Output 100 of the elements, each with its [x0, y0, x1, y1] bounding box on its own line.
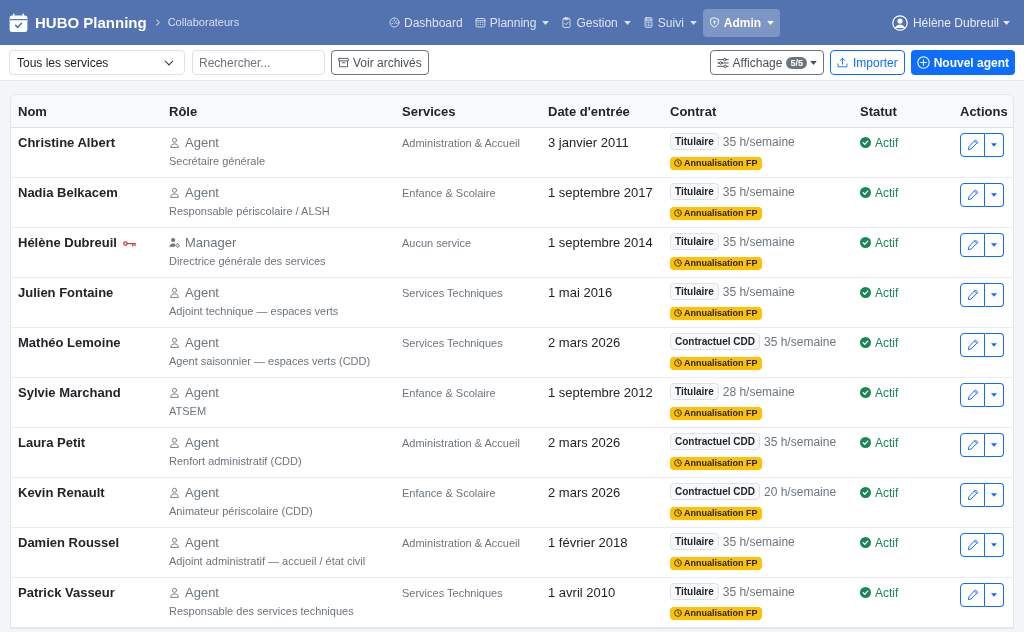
clock-icon — [674, 559, 682, 567]
status-label: Actif — [875, 384, 899, 401]
job-title: Agent saisonnier — espaces verts (CDD) — [169, 353, 371, 368]
nav-menu-item[interactable]: Gestion — [555, 8, 637, 37]
weekly-hours: 28 h/semaine — [722, 383, 795, 401]
more-actions-button[interactable] — [985, 232, 1004, 257]
more-actions-button[interactable] — [985, 182, 1004, 207]
job-title: Directrice générale des services — [169, 253, 326, 268]
caret-down-icon — [991, 592, 997, 597]
status-label: Actif — [875, 234, 899, 251]
agent-name: Sylvie Marchand — [18, 384, 121, 401]
nav-menu-item[interactable]: Dashboard — [383, 8, 469, 37]
more-actions-button[interactable] — [985, 382, 1004, 407]
service-name: Services Techniques — [402, 335, 503, 351]
clock-icon — [674, 509, 682, 517]
person-icon — [169, 537, 180, 548]
clipboard-check-icon — [561, 17, 573, 28]
archive-button[interactable]: Voir archivés — [331, 50, 429, 75]
edit-button[interactable] — [960, 332, 985, 357]
pencil-icon — [966, 388, 979, 401]
service-select[interactable]: Tous les services — [9, 50, 185, 75]
plus-circle-icon — [916, 56, 930, 69]
tag-text: Annualisation FP — [684, 356, 758, 370]
chevron-right-icon — [154, 19, 161, 26]
app-title[interactable]: HUBO Planning — [35, 12, 147, 33]
service-name: Enfance & Scolaire — [402, 485, 496, 501]
weekly-hours: 35 h/semaine — [722, 533, 795, 551]
contract-badge: Titulaire — [670, 533, 719, 550]
agent-name: Laura Petit — [18, 434, 86, 451]
weekly-hours: 35 h/semaine — [722, 583, 795, 601]
service-name: Administration & Accueil — [402, 535, 520, 551]
more-actions-button[interactable] — [985, 482, 1004, 507]
pencil-icon — [966, 138, 979, 151]
new-agent-button[interactable]: Nouvel agent — [910, 50, 1015, 75]
start-date: 1 septembre 2012 — [548, 384, 653, 401]
status-label: Actif — [875, 534, 899, 551]
service-name: Aucun service — [402, 235, 472, 251]
start-date: 1 septembre 2014 — [548, 234, 653, 251]
import-button[interactable]: Importer — [829, 50, 905, 75]
pencil-icon — [966, 438, 979, 451]
search-field[interactable]: Rechercher... — [192, 50, 325, 75]
role-label: Agent — [185, 284, 219, 301]
tag-text: Annualisation FP — [684, 156, 758, 170]
caret-down-icon — [991, 442, 997, 447]
service-name: Enfance & Scolaire — [402, 385, 496, 401]
agent-name: Mathéo Lemoine — [18, 334, 121, 351]
job-title: Adjoint technique — espaces verts — [169, 303, 339, 318]
caret-down-icon — [991, 492, 997, 497]
display-options-button[interactable]: Affichage 5/5 — [709, 50, 824, 75]
status-label: Actif — [875, 284, 899, 301]
status-label: Actif — [875, 334, 899, 351]
more-actions-button[interactable] — [985, 132, 1004, 157]
more-actions-button[interactable] — [985, 582, 1004, 607]
contract-badge: Titulaire — [670, 133, 719, 150]
clock-icon — [674, 359, 682, 367]
edit-button[interactable] — [960, 182, 985, 207]
nav-menu-item[interactable]: Admin — [702, 8, 781, 37]
person-icon — [169, 287, 180, 298]
agent-name: Nadia Belkacem — [18, 184, 118, 201]
start-date: 1 avril 2010 — [548, 584, 616, 601]
edit-button[interactable] — [960, 482, 985, 507]
status-label: Actif — [875, 584, 899, 601]
edit-button[interactable] — [960, 432, 985, 457]
pencil-icon — [966, 188, 979, 201]
edit-button[interactable] — [960, 532, 985, 557]
edit-button[interactable] — [960, 132, 985, 157]
start-date: 2 mars 2026 — [548, 434, 621, 451]
edit-button[interactable] — [960, 582, 985, 607]
more-actions-button[interactable] — [985, 282, 1004, 307]
archive-icon — [338, 57, 349, 68]
more-actions-button[interactable] — [985, 332, 1004, 357]
person-gear-icon — [169, 237, 180, 248]
person-icon — [169, 137, 180, 148]
check-circle-icon — [860, 137, 871, 148]
pencil-icon — [966, 238, 979, 251]
calendar-check-icon — [9, 13, 28, 32]
status-label: Actif — [875, 484, 899, 501]
caret-down-icon — [991, 242, 997, 247]
more-actions-button[interactable] — [985, 532, 1004, 557]
nav-menu-item[interactable]: Suivi — [636, 8, 703, 37]
edit-button[interactable] — [960, 382, 985, 407]
user-menu[interactable]: Hélène Dubreuil — [891, 13, 1010, 32]
check-circle-icon — [860, 387, 871, 398]
start-date: 1 mai 2016 — [548, 284, 613, 301]
column-header: Rôle — [169, 103, 198, 119]
edit-button[interactable] — [960, 232, 985, 257]
breadcrumb-current: Collaborateurs — [167, 15, 240, 31]
clock-icon — [674, 309, 682, 317]
start-date: 2 mars 2026 — [548, 484, 621, 501]
column-header: Services — [402, 103, 456, 119]
edit-button[interactable] — [960, 282, 985, 307]
tag-text: Annualisation FP — [684, 306, 758, 320]
pencil-icon — [966, 538, 979, 551]
weekly-hours: 35 h/semaine — [722, 183, 795, 201]
nav-menu-item[interactable]: Planning — [468, 8, 556, 37]
pencil-icon — [966, 588, 979, 601]
weekly-hours: 35 h/semaine — [722, 233, 795, 251]
more-actions-button[interactable] — [985, 432, 1004, 457]
column-header: Date d'entrée — [548, 103, 630, 119]
clock-icon — [674, 459, 682, 467]
